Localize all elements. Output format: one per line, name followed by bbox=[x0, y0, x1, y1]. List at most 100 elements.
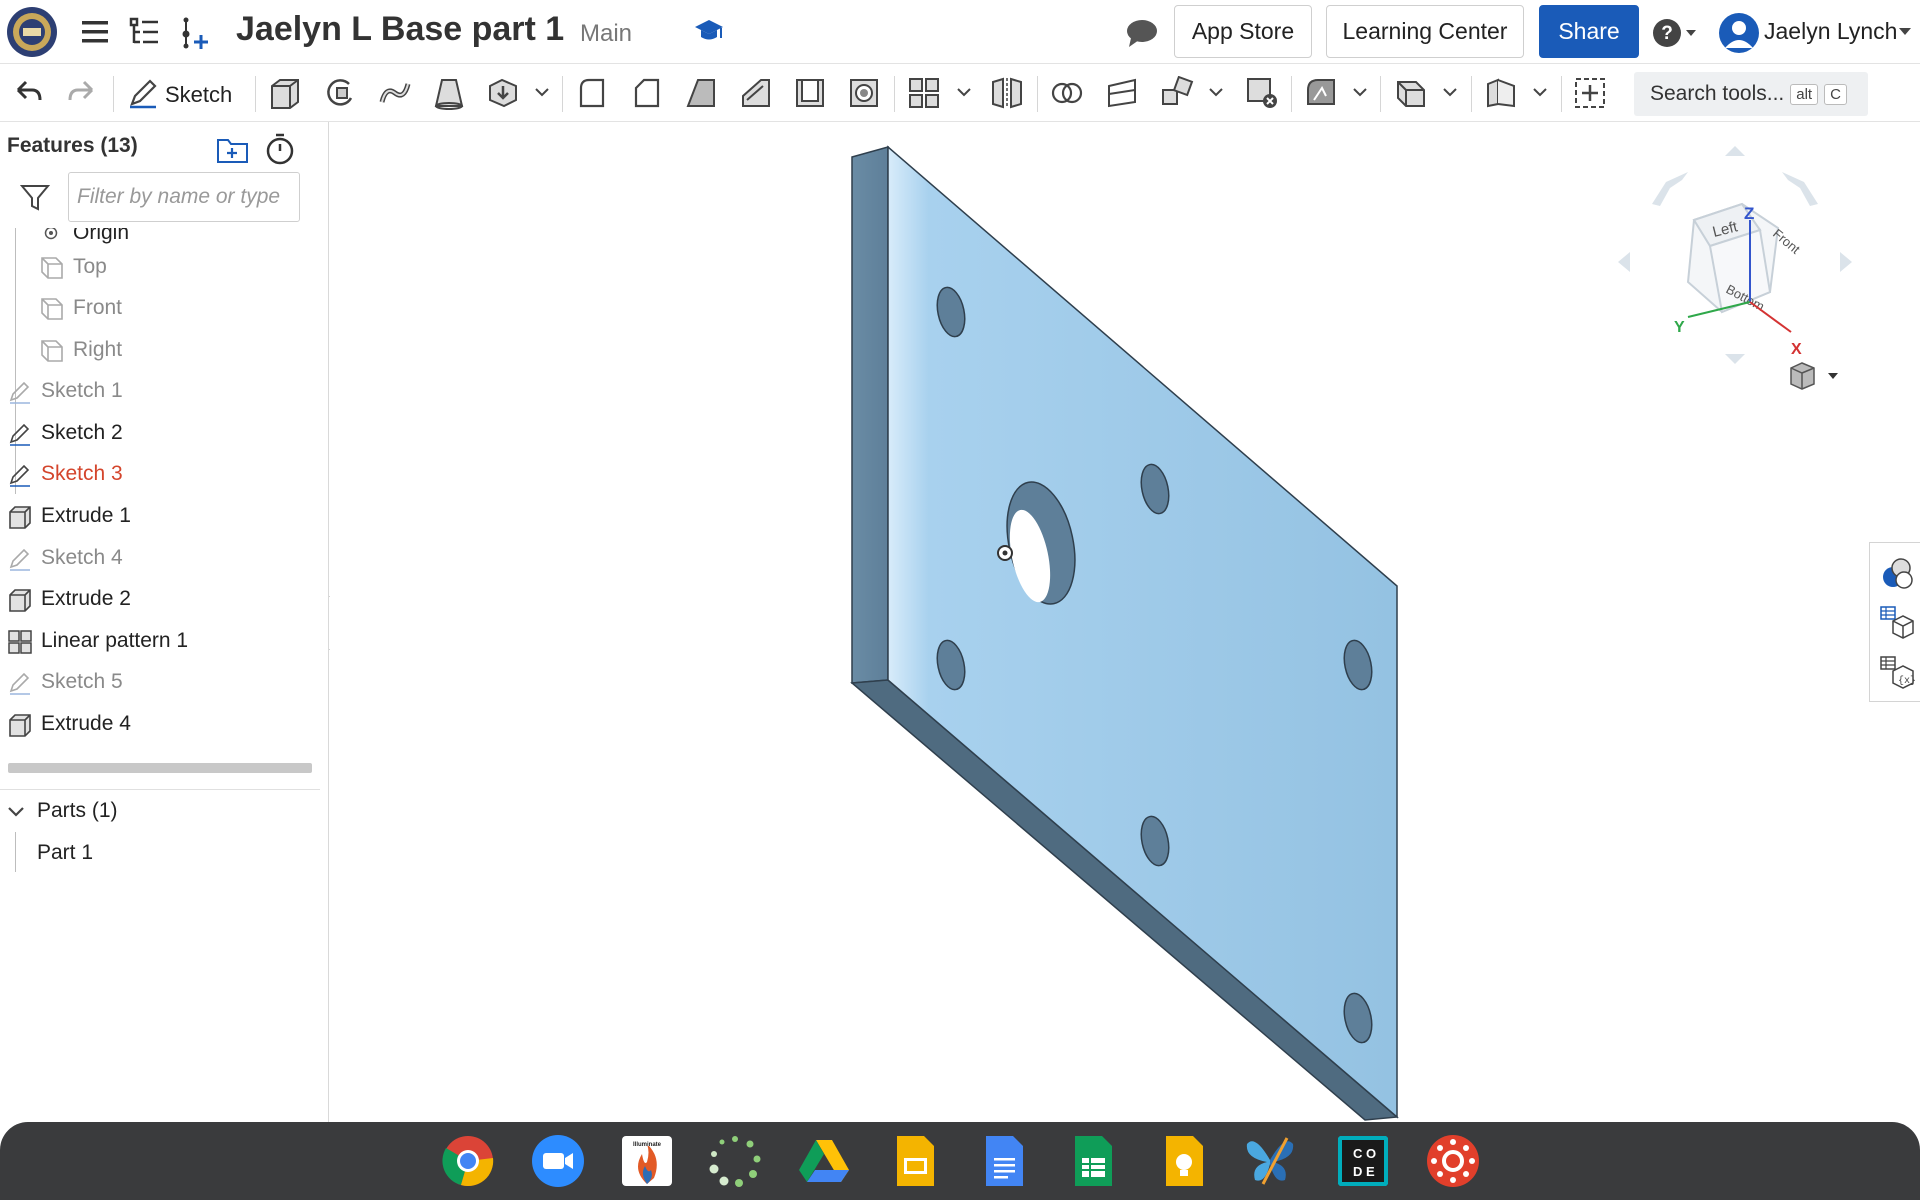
boolean-icon[interactable] bbox=[1050, 76, 1084, 110]
plate-side-face[interactable] bbox=[851, 146, 889, 684]
rollback-bar[interactable] bbox=[8, 763, 312, 773]
chamfer-icon[interactable] bbox=[630, 76, 664, 110]
mirror-icon[interactable] bbox=[990, 76, 1024, 110]
chrome-icon[interactable] bbox=[441, 1134, 495, 1188]
feature-item-linear-pattern-1[interactable]: Linear pattern 1 bbox=[0, 622, 320, 660]
feature-item-right[interactable]: Right bbox=[0, 331, 320, 369]
feature-item-sketch-2[interactable]: Sketch 2 bbox=[0, 414, 320, 452]
rollback-timer-icon[interactable] bbox=[264, 132, 296, 166]
sketch-point-icon[interactable] bbox=[997, 545, 1013, 561]
canvas-icon[interactable] bbox=[1426, 1134, 1480, 1188]
app-store-button[interactable]: App Store bbox=[1174, 5, 1312, 58]
feature-item-extrude-2[interactable]: Extrude 2 bbox=[0, 580, 320, 618]
revolve-icon[interactable] bbox=[323, 76, 357, 110]
plane-icon bbox=[41, 298, 63, 320]
feature-item-sketch-4[interactable]: Sketch 4 bbox=[0, 539, 320, 577]
user-name[interactable]: Jaelyn Lynch bbox=[1764, 18, 1897, 45]
school-logo-icon[interactable] bbox=[6, 6, 58, 58]
document-title[interactable]: Jaelyn L Base part 1 bbox=[236, 10, 564, 49]
modify-fillet-icon[interactable] bbox=[1304, 76, 1338, 110]
search-tools-field[interactable]: Search tools... alt C bbox=[1634, 72, 1868, 116]
plate-top-face[interactable] bbox=[887, 145, 1398, 1119]
dots-icon[interactable] bbox=[708, 1134, 762, 1188]
svg-text:?: ? bbox=[1661, 23, 1673, 44]
slides-icon[interactable] bbox=[888, 1134, 942, 1188]
tree-connector bbox=[15, 832, 16, 872]
view-cube[interactable]: Left Front Bottom Z Y X bbox=[1610, 142, 1860, 372]
delete-part-icon[interactable] bbox=[1245, 76, 1279, 110]
fillet-icon[interactable] bbox=[575, 76, 609, 110]
graphics-viewport[interactable]: Left Front Bottom Z Y X {x} bbox=[330, 122, 1920, 1122]
split-icon[interactable] bbox=[1105, 76, 1139, 110]
feature-item-front[interactable]: Front bbox=[0, 289, 320, 327]
part-item[interactable]: Part 1 bbox=[37, 841, 93, 865]
sketch-pencil-icon[interactable] bbox=[126, 76, 160, 110]
feature-toolbar: Sketch Search tools... alt C bbox=[0, 64, 1920, 122]
feature-item-origin[interactable]: Origin bbox=[0, 228, 320, 250]
filter-input[interactable] bbox=[68, 172, 300, 222]
dropdown-chevron-icon[interactable] bbox=[1208, 84, 1224, 100]
user-menu-chevron-icon[interactable] bbox=[1898, 26, 1912, 36]
sketch-button-label[interactable]: Sketch bbox=[165, 82, 232, 108]
loft-icon[interactable] bbox=[432, 76, 466, 110]
render-mode-icon[interactable] bbox=[1788, 360, 1844, 390]
branch-label[interactable]: Main bbox=[580, 20, 632, 48]
redo-icon[interactable] bbox=[66, 76, 100, 110]
zoom-icon[interactable] bbox=[531, 1134, 585, 1188]
extrude-icon[interactable] bbox=[268, 76, 302, 110]
drive-icon[interactable] bbox=[797, 1134, 851, 1188]
feature-item-extrude-1[interactable]: Extrude 1 bbox=[0, 497, 320, 535]
dropdown-chevron-icon[interactable] bbox=[1442, 84, 1458, 100]
sheet-metal-icon[interactable] bbox=[1484, 76, 1518, 110]
share-button[interactable]: Share bbox=[1539, 5, 1639, 58]
linear-pattern-icon[interactable] bbox=[907, 76, 941, 110]
axis-label-z: Z bbox=[1744, 204, 1754, 223]
illuminate-icon[interactable]: Illuminate bbox=[620, 1134, 674, 1188]
butterfly-icon[interactable] bbox=[1243, 1134, 1297, 1188]
transform-icon[interactable] bbox=[1160, 76, 1194, 110]
menu-icon[interactable] bbox=[80, 18, 110, 46]
feature-item-top[interactable]: Top bbox=[0, 248, 320, 286]
graduation-cap-icon[interactable] bbox=[694, 18, 724, 44]
hole-icon[interactable] bbox=[847, 76, 881, 110]
rib-icon[interactable] bbox=[739, 76, 773, 110]
draft-icon[interactable] bbox=[684, 76, 718, 110]
help-icon[interactable]: ? bbox=[1652, 18, 1700, 48]
sketch-icon bbox=[9, 381, 30, 404]
plane-icon bbox=[41, 257, 63, 279]
appearance-icon[interactable] bbox=[1879, 555, 1915, 591]
plane-icon[interactable] bbox=[1394, 76, 1428, 110]
filter-icon[interactable] bbox=[20, 182, 50, 212]
avatar[interactable] bbox=[1718, 12, 1760, 54]
sheets-icon[interactable] bbox=[1066, 1134, 1120, 1188]
axis-label-y: Y bbox=[1674, 319, 1685, 336]
feature-tree-icon[interactable] bbox=[128, 16, 160, 48]
dropdown-chevron-icon[interactable] bbox=[956, 84, 972, 100]
variable-table-icon[interactable]: {x} bbox=[1879, 655, 1915, 691]
code-icon[interactable]: C O D E bbox=[1336, 1134, 1390, 1188]
docs-icon[interactable] bbox=[977, 1134, 1031, 1188]
dropdown-chevron-icon[interactable] bbox=[534, 84, 550, 100]
toolbar-divider bbox=[1037, 76, 1038, 112]
comments-icon[interactable] bbox=[1125, 18, 1159, 48]
feature-item-sketch-5[interactable]: Sketch 5 bbox=[0, 663, 320, 701]
learning-center-button[interactable]: Learning Center bbox=[1326, 5, 1524, 58]
chevron-down-icon[interactable] bbox=[6, 802, 26, 822]
undo-icon[interactable] bbox=[10, 76, 44, 110]
feature-label: Linear pattern 1 bbox=[41, 629, 189, 652]
dropdown-chevron-icon[interactable] bbox=[1532, 84, 1548, 100]
add-custom-feature-icon[interactable] bbox=[1573, 76, 1607, 110]
dropdown-chevron-icon[interactable] bbox=[1352, 84, 1368, 100]
sweep-icon[interactable] bbox=[378, 76, 412, 110]
feature-item-sketch-1[interactable]: Sketch 1 bbox=[0, 372, 320, 410]
keep-icon[interactable] bbox=[1157, 1134, 1211, 1188]
thicken-icon[interactable] bbox=[486, 76, 520, 110]
bom-table-icon[interactable] bbox=[1879, 605, 1915, 641]
shell-icon[interactable] bbox=[793, 76, 827, 110]
toolbar-divider bbox=[1561, 76, 1562, 112]
insert-icon[interactable] bbox=[178, 16, 210, 50]
feature-item-sketch-3[interactable]: Sketch 3 bbox=[0, 455, 320, 493]
feature-item-extrude-4[interactable]: Extrude 4 bbox=[0, 705, 320, 743]
parts-title[interactable]: Parts (1) bbox=[37, 799, 118, 823]
add-folder-icon[interactable] bbox=[216, 134, 250, 164]
